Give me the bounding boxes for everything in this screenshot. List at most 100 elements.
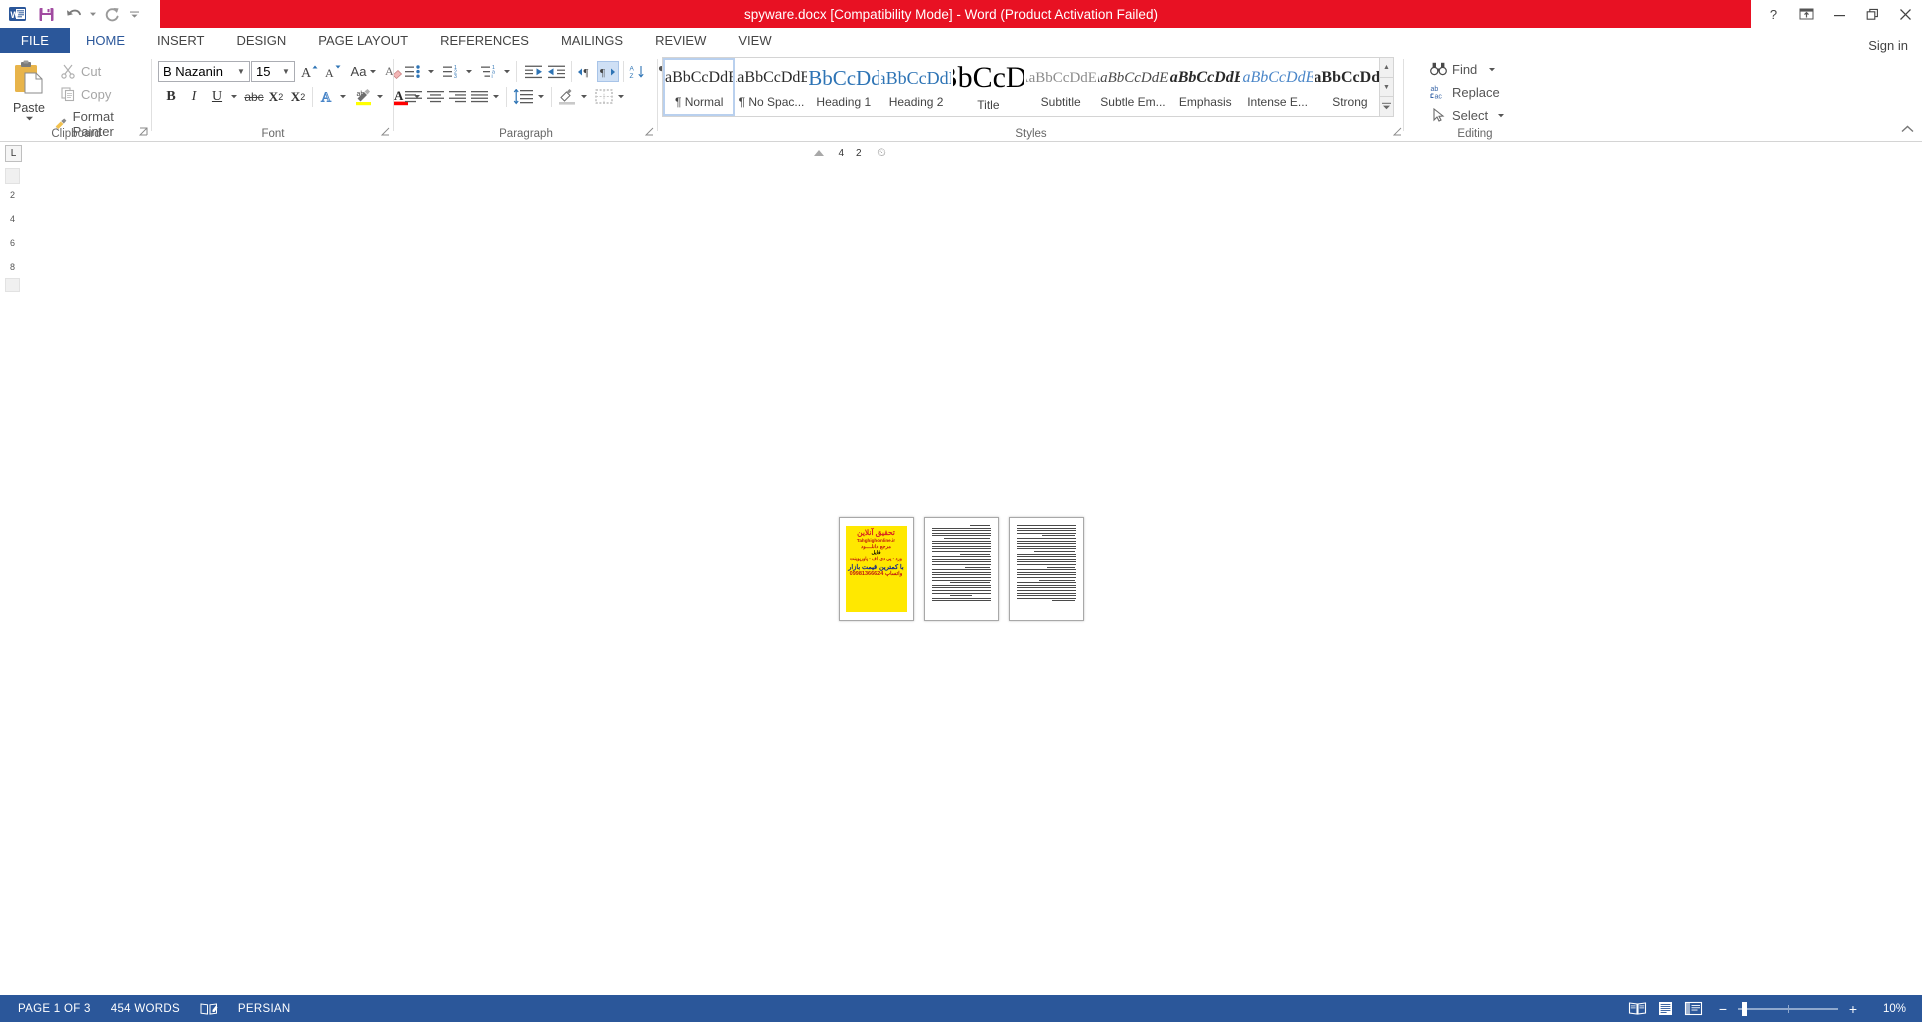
zoom-out-button[interactable]: − (1716, 1001, 1730, 1017)
italic-button[interactable]: I (183, 86, 205, 107)
sort-button[interactable]: A Z (627, 61, 649, 82)
document-page-2[interactable] (923, 516, 999, 621)
text-highlight-color-button[interactable]: ab (351, 86, 375, 107)
page-indicator[interactable]: PAGE 1 OF 3 (8, 1003, 101, 1015)
minimize-button[interactable] (1823, 0, 1856, 28)
increase-indent-button[interactable] (544, 61, 568, 82)
window-controls[interactable]: ? (1751, 0, 1922, 28)
tab-references[interactable]: REFERENCES (424, 28, 545, 53)
multilevel-list-button[interactable]: 1ai (478, 61, 502, 82)
style-heading-2[interactable]: AaBbCcDdEe Heading 2 (880, 58, 952, 116)
highlight-dropdown-icon[interactable] (374, 86, 386, 107)
shading-button[interactable] (555, 86, 579, 107)
cut-button[interactable]: Cut (56, 61, 144, 81)
align-right-button[interactable] (446, 86, 469, 107)
paste-button[interactable]: Paste (6, 59, 52, 125)
style-intense-emphasis[interactable]: AaBbCcDdEe Intense E... (1241, 58, 1313, 116)
find-button[interactable]: Find (1426, 59, 1522, 79)
redo-icon[interactable] (98, 1, 126, 27)
proofing-errors-icon[interactable] (190, 1002, 228, 1016)
text-effects-dropdown-icon[interactable] (337, 86, 349, 107)
line-spacing-dropdown-icon[interactable] (535, 86, 547, 107)
styles-scroll-down-button[interactable]: ▼ (1380, 77, 1393, 98)
print-layout-icon[interactable] (1652, 998, 1678, 1020)
close-button[interactable] (1889, 0, 1922, 28)
tab-file[interactable]: FILE (0, 28, 70, 53)
text-effects-button[interactable]: A (316, 86, 338, 107)
subscript-button[interactable]: X2 (265, 86, 287, 107)
collapse-ribbon-button[interactable] (1898, 121, 1916, 137)
zoom-controls[interactable]: − + 10% (1708, 1001, 1914, 1017)
align-left-button[interactable] (402, 86, 425, 107)
style-title[interactable]: AaBbCcDdEe Title (952, 58, 1024, 116)
undo-dropdown-icon[interactable] (88, 1, 98, 27)
zoom-slider[interactable] (1738, 1001, 1838, 1016)
zoom-in-button[interactable]: + (1846, 1001, 1860, 1017)
save-icon[interactable] (32, 1, 60, 27)
document-page-1[interactable]: تحقیق آنلاین Tahghighonline.ir مرجع دانل… (838, 516, 914, 621)
underline-dropdown-icon[interactable] (228, 86, 240, 107)
style-no-spacing[interactable]: AaBbCcDdEe ¶ No Spac... (735, 58, 807, 116)
restore-button[interactable] (1856, 0, 1889, 28)
quick-access-toolbar[interactable]: W (0, 0, 142, 28)
shrink-font-button[interactable]: A (321, 61, 343, 82)
select-button[interactable]: Select (1426, 105, 1522, 125)
tab-view[interactable]: VIEW (722, 28, 787, 53)
style-heading-1[interactable]: AaBbCcDdEe Heading 1 (808, 58, 880, 116)
borders-dropdown-icon[interactable] (615, 86, 627, 107)
read-mode-icon[interactable] (1624, 998, 1650, 1020)
superscript-button[interactable]: X2 (287, 86, 309, 107)
font-name-dropdown-icon[interactable]: ▼ (233, 67, 249, 76)
replace-button[interactable]: ab ac Replace (1426, 82, 1522, 102)
ribbon-tabs[interactable]: FILE HOME INSERT DESIGN PAGE LAYOUT REFE… (0, 28, 1922, 53)
tab-home[interactable]: HOME (70, 28, 141, 53)
bullets-dropdown-icon[interactable] (425, 61, 437, 82)
align-center-button[interactable] (424, 86, 447, 107)
help-icon[interactable]: ? (1757, 0, 1790, 28)
style-subtle-emphasis[interactable]: AaBbCcDdEe Subtle Em... (1097, 58, 1169, 116)
tab-insert[interactable]: INSERT (141, 28, 220, 53)
numbering-dropdown-icon[interactable] (463, 61, 475, 82)
multilevel-dropdown-icon[interactable] (501, 61, 513, 82)
change-case-button[interactable]: Aa (348, 61, 380, 82)
customize-qat-icon[interactable] (126, 1, 142, 27)
undo-icon[interactable] (60, 1, 88, 27)
tab-mailings[interactable]: MAILINGS (545, 28, 639, 53)
decrease-indent-button[interactable] (521, 61, 545, 82)
justify-button[interactable] (468, 86, 491, 107)
paragraph-dialog-launcher[interactable] (644, 127, 656, 139)
styles-gallery[interactable]: AaBbCcDdEe ¶ Normal AaBbCcDdEe ¶ No Spac… (662, 57, 1387, 117)
ltr-text-direction-button[interactable]: ¶ (575, 61, 597, 82)
line-spacing-button[interactable] (510, 86, 536, 107)
borders-button[interactable] (592, 86, 616, 107)
font-dialog-launcher[interactable] (380, 127, 392, 139)
document-page-3[interactable] (1008, 516, 1084, 621)
rtl-text-direction-button[interactable]: ¶ (597, 61, 619, 82)
numbering-button[interactable]: 123 (440, 61, 464, 82)
bold-button[interactable]: B (160, 86, 182, 107)
style-subtitle[interactable]: AaBbCcDdEe Subtitle (1025, 58, 1097, 116)
styles-more-button[interactable] (1380, 97, 1393, 117)
underline-button[interactable]: U (206, 86, 228, 107)
font-size-dropdown-icon[interactable]: ▼ (278, 67, 294, 76)
word-count[interactable]: 454 WORDS (101, 1003, 190, 1015)
tab-design[interactable]: DESIGN (220, 28, 302, 53)
strikethrough-button[interactable]: abc (243, 86, 265, 107)
font-name-combo[interactable]: B Nazanin ▼ (158, 61, 250, 82)
copy-button[interactable]: Copy (56, 84, 144, 104)
tab-review[interactable]: REVIEW (639, 28, 722, 53)
tab-page-layout[interactable]: PAGE LAYOUT (302, 28, 424, 53)
clipboard-dialog-launcher[interactable] (138, 127, 150, 139)
web-layout-icon[interactable] (1680, 998, 1706, 1020)
justify-dropdown-icon[interactable] (490, 86, 502, 107)
language-indicator[interactable]: PERSIAN (228, 1003, 301, 1015)
grow-font-button[interactable]: A (298, 61, 320, 82)
styles-scroll-up-button[interactable]: ▲ (1380, 58, 1393, 78)
font-size-combo[interactable]: 15 ▼ (251, 61, 295, 82)
style-strong[interactable]: AaBbCcDdEe Strong (1314, 58, 1386, 116)
zoom-slider-thumb[interactable] (1742, 1001, 1747, 1016)
style-normal[interactable]: AaBbCcDdEe ¶ Normal (663, 58, 736, 116)
styles-scroll-buttons[interactable]: ▲ ▼ (1379, 57, 1394, 117)
zoom-level[interactable]: 10% (1868, 1003, 1906, 1015)
bullets-button[interactable] (402, 61, 426, 82)
